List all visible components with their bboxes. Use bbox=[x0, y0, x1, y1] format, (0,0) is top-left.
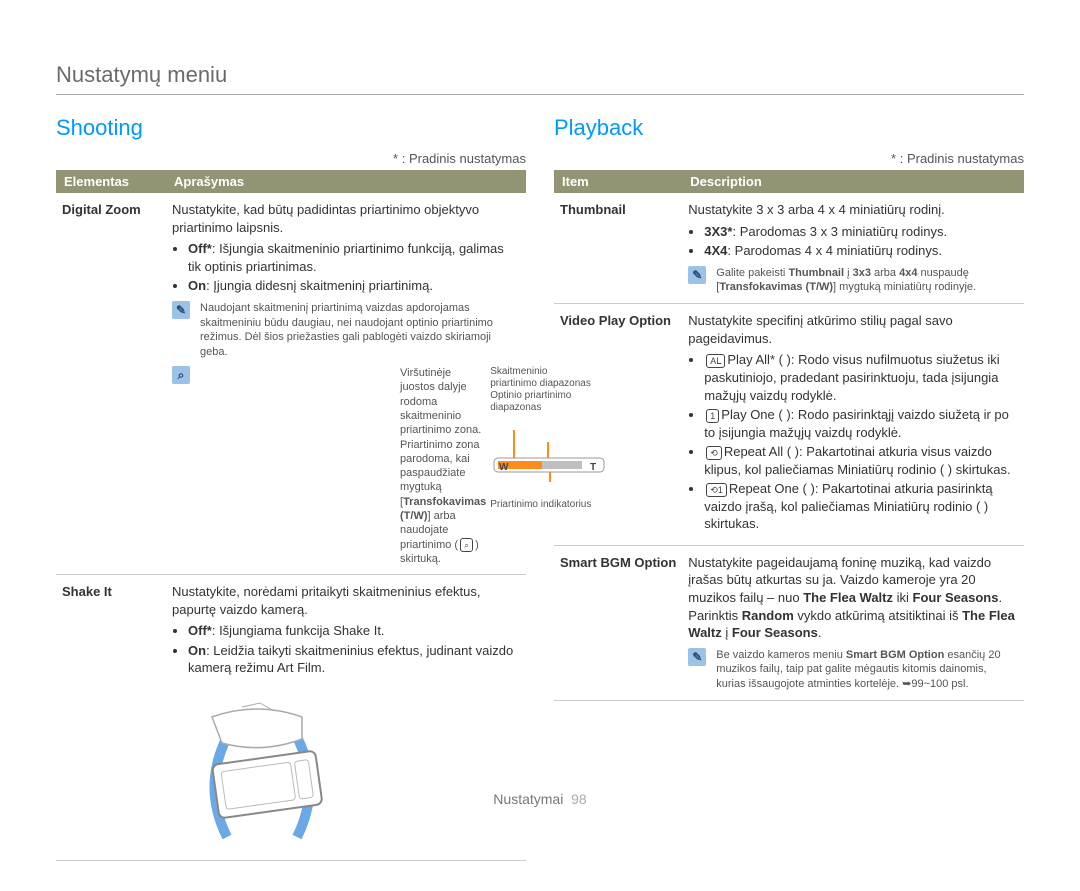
bgm-b: The Flea Waltz bbox=[803, 590, 893, 605]
bgmn-b: Smart BGM Option bbox=[846, 649, 944, 661]
th-b2b: : Parodomas 4 x 4 miniatiūrų rodinys. bbox=[727, 243, 942, 258]
vp-b2: 1Play One ( ): Rodo pasirinktąjį vaizdo … bbox=[704, 406, 1018, 441]
thn-c: į bbox=[844, 267, 853, 279]
shooting-section: Shooting * : Pradinis nustatymas Element… bbox=[56, 115, 526, 861]
vp-b1: AⅬPlay All* ( ): Rodo visus nufilmuotus … bbox=[704, 351, 1018, 404]
bgm-d: Four Seasons bbox=[913, 590, 999, 605]
th-b1b: : Parodomas 3 x 3 miniatiūrų rodinys. bbox=[732, 224, 947, 239]
th-b2a: 4X4 bbox=[704, 243, 727, 258]
vp-intro: Nustatykite specifinį atkūrimo stilių pa… bbox=[688, 312, 1018, 347]
bgm-f: Random bbox=[742, 608, 794, 623]
bgm-note: Be vaizdo kameros meniu Smart BGM Option… bbox=[716, 648, 1018, 693]
si-intro: Nustatykite, norėdami pritaikyti skaitme… bbox=[172, 583, 520, 618]
desc-shake-it: Nustatykite, norėdami pritaikyti skaitme… bbox=[166, 575, 526, 860]
note-icon: ✎ bbox=[688, 266, 706, 284]
play-all-icon: AⅬ bbox=[706, 354, 725, 368]
thn-h: Transfokavimas (T/W) bbox=[719, 281, 833, 293]
zb-l1: Viršutinėje juostos dalyje bbox=[400, 367, 467, 393]
col-header-desc-r: Description bbox=[682, 170, 1024, 193]
col-header-desc: Aprašymas bbox=[166, 170, 526, 193]
thn-i: ] mygtuką miniatiūrų rodinyje. bbox=[833, 281, 976, 293]
note-icon: ✎ bbox=[688, 648, 706, 666]
playback-title: Playback bbox=[554, 115, 1024, 141]
zb-l6: priartinimo ( bbox=[400, 539, 458, 551]
thn-b: Thumbnail bbox=[788, 267, 844, 279]
playback-section: Playback * : Pradinis nustatymas Item De… bbox=[554, 115, 1024, 861]
vp-item: Video Play Option bbox=[560, 313, 671, 328]
repeat-one-icon: ⟲1 bbox=[706, 483, 727, 497]
zb-l5b: Transfokavimas bbox=[403, 496, 486, 508]
dz-off-label: Off* bbox=[188, 241, 212, 256]
th-b1a: 3X3* bbox=[704, 224, 732, 239]
default-note-left: * : Pradinis nustatymas bbox=[56, 151, 526, 166]
shooting-table: Elementas Aprašymas Digital Zoom Nustaty… bbox=[56, 170, 526, 861]
repeat-all-icon: ⟲ bbox=[706, 446, 722, 460]
shooting-title: Shooting bbox=[56, 115, 526, 141]
play-one-icon: 1 bbox=[706, 409, 719, 423]
item-video-play: Video Play Option bbox=[554, 304, 682, 546]
bgm-j: Four Seasons bbox=[732, 625, 818, 640]
zb-l2: rodoma skaitmeninio priartinimo bbox=[400, 396, 461, 437]
bgm-c: iki bbox=[893, 590, 913, 605]
col-header-item: Elementas bbox=[56, 170, 166, 193]
bgm-g: vykdo atkūrimą atsitiktinai iš bbox=[794, 608, 962, 623]
thn-a: Galite pakeisti bbox=[716, 267, 788, 279]
shake-it-illustration bbox=[172, 687, 352, 847]
si-on-text: : Leidžia taikyti skaitmeninius efektus,… bbox=[188, 643, 513, 676]
desc-smart-bgm: Nustatykite pageidaujamą foninę muziką, … bbox=[682, 545, 1024, 700]
footer-page: 98 bbox=[571, 791, 587, 807]
zb-l4: parodoma, kai paspaudžiate bbox=[400, 453, 470, 479]
zb-l5c: (T/W) bbox=[400, 510, 427, 522]
dz-on-text: : Įjungia didesnį skaitmeninį priartinim… bbox=[206, 278, 433, 293]
item-smart-bgm: Smart BGM Option bbox=[554, 545, 682, 700]
bgmn-a: Be vaizdo kameros meniu bbox=[716, 649, 846, 661]
si-off-text: : Išjungiama funkcija Shake It. bbox=[212, 623, 385, 638]
si-on-label: On bbox=[188, 643, 206, 658]
bgm-intro: Nustatykite pageidaujamą foninę muziką, … bbox=[688, 554, 1018, 642]
vp-b3: ⟲Repeat All ( ): Pakartotinai atkuria vi… bbox=[704, 443, 1018, 478]
th-note: Galite pakeisti Thumbnail į 3x3 arba 4x4… bbox=[716, 266, 1018, 296]
thn-f: 4x4 bbox=[899, 267, 917, 279]
item-digital-zoom: Digital Zoom bbox=[56, 193, 166, 575]
col-header-item-r: Item bbox=[554, 170, 682, 193]
item-thumbnail: Thumbnail bbox=[554, 193, 682, 304]
vp-b4: ⟲1Repeat One ( ): Pakartotinai atkuria p… bbox=[704, 480, 1018, 533]
th-intro: Nustatykite 3 x 3 arba 4 x 4 miniatiūrų … bbox=[688, 201, 1018, 219]
desc-video-play: Nustatykite specifinį atkūrimo stilių pa… bbox=[682, 304, 1024, 546]
footer-label: Nustatymai bbox=[493, 791, 563, 807]
magnifier-icon: ⌕ bbox=[172, 366, 190, 384]
si-off-label: Off* bbox=[188, 623, 212, 638]
default-note-right: * : Pradinis nustatymas bbox=[554, 151, 1024, 166]
svg-text:W: W bbox=[499, 462, 509, 473]
bgm-i: į bbox=[722, 625, 732, 640]
desc-digital-zoom: Nustatykite, kad būtų padidintas priarti… bbox=[166, 193, 526, 575]
playback-table: Item Description Thumbnail Nustatykite 3… bbox=[554, 170, 1024, 701]
thn-e: arba bbox=[871, 267, 899, 279]
item-shake-it: Shake It bbox=[56, 575, 166, 860]
thn-d: 3x3 bbox=[853, 267, 871, 279]
breadcrumb: Nustatymų meniu bbox=[56, 62, 1024, 95]
desc-thumbnail: Nustatykite 3 x 3 arba 4 x 4 miniatiūrų … bbox=[682, 193, 1024, 304]
dz-on-label: On bbox=[188, 278, 206, 293]
dz-off-text: : Išjungia skaitmeninio priartinimo funk… bbox=[188, 241, 504, 274]
zoom-inline-icon: ⌕ bbox=[460, 538, 473, 552]
dz-note1: Naudojant skaitmeninį priartinimą vaizda… bbox=[200, 301, 520, 360]
dz-intro: Nustatykite, kad būtų padidintas priarti… bbox=[172, 201, 520, 236]
note-icon: ✎ bbox=[172, 301, 190, 319]
bgm-k: . bbox=[818, 625, 822, 640]
page-footer: Nustatymai 98 bbox=[0, 791, 1080, 807]
